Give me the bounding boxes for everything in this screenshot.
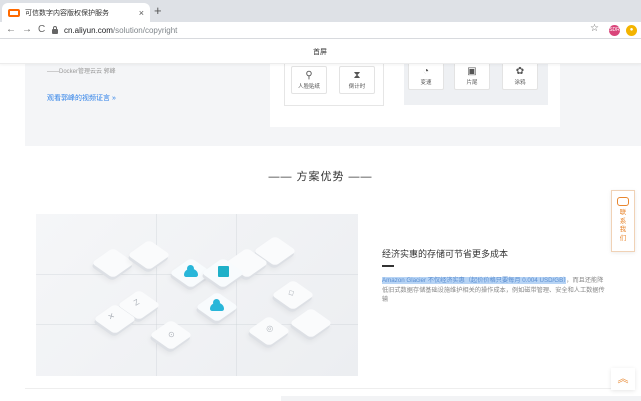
back-to-top-button[interactable]: ︽ [611, 368, 635, 390]
feature-label: 人脸贴纸 [297, 84, 320, 90]
browser-tab-bar: 可信数字内容版权保护服务 × + [0, 0, 641, 22]
illustration-block [127, 239, 171, 271]
url-path: /solution/copyright [112, 25, 178, 35]
address-bar[interactable]: cn.aliyun.com /solution/copyright [52, 23, 592, 37]
new-tab-button[interactable]: + [154, 3, 162, 19]
palette-icon: ✿ [515, 66, 525, 77]
selected-text[interactable]: Amazon Glacier 不仅经济实惠（起价价格只要每月 0.004 USD… [382, 277, 567, 284]
chat-bubble-icon [617, 197, 629, 206]
contact-us-widget[interactable]: 联系我们 [611, 190, 635, 252]
hourglass-icon: ⧗ [353, 70, 361, 81]
url-host: cn.aliyun.com [64, 25, 113, 35]
speedometer-icon: ◔ [422, 66, 430, 77]
tab-title: 可信数字内容版权保护服务 [25, 9, 109, 17]
benefit-description: Amazon Glacier 不仅经济实惠（起价价格只要每月 0.004 USD… [382, 276, 606, 305]
benefit-divider [382, 265, 394, 267]
storage-tile-icon [218, 266, 229, 277]
grid-line [236, 214, 237, 376]
extension-icon[interactable]: ● [626, 25, 637, 36]
back-button[interactable]: ← [6, 23, 16, 37]
browser-toolbar: ← → C cn.aliyun.com /solution/copyright … [0, 22, 641, 39]
feature-label: 片尾 [466, 80, 478, 86]
lock-icon [52, 25, 58, 34]
feature-label: 变速 [420, 80, 432, 86]
next-section-preview [281, 396, 641, 401]
video-testimonial-link[interactable]: 观看郭峰的视频证言 » [47, 93, 116, 103]
film-icon: ▣ [467, 66, 477, 77]
feature-label: 涂鸦 [514, 80, 526, 86]
illustration-block [289, 307, 333, 339]
feature-card-ending[interactable]: ▣ 片尾 [454, 62, 490, 90]
storage-illustration: Z ⊙ ✕ ◎ ◇ [36, 214, 358, 376]
person-icon: ⚲ [305, 70, 313, 81]
feature-card-doodle[interactable]: ✿ 涂鸦 [502, 62, 538, 90]
browser-tab[interactable]: 可信数字内容版权保护服务 × [2, 3, 150, 22]
section-divider [25, 388, 616, 389]
tab-close-icon[interactable]: × [139, 8, 144, 18]
feature-card-speed[interactable]: ◔ 变速 [408, 62, 444, 90]
feature-group-right: ◔ 变速 ▣ 片尾 ✿ 涂鸦 [404, 62, 548, 105]
contact-us-label: 联系我们 [619, 209, 627, 242]
feature-card-face-sticker[interactable]: ⚲ 人脸贴纸 [291, 66, 327, 94]
subnav-title[interactable]: 首屏 [313, 47, 327, 57]
feature-card-countdown[interactable]: ⧗ 倒计时 [339, 66, 375, 94]
grid-line [156, 214, 157, 376]
feature-group-left: ⚲ 人脸贴纸 ⧗ 倒计时 [284, 64, 384, 106]
testimonial-quote: ——Docker管理云云 郭峰 [47, 69, 116, 75]
section-title: —— 方案优势 —— [268, 171, 373, 183]
cloud-icon [210, 299, 224, 311]
forward-button[interactable]: → [22, 23, 32, 37]
chevron-up-icon: ︽ [617, 373, 629, 385]
profile-avatar[interactable]: SDR [609, 25, 620, 36]
cloud-icon [184, 265, 198, 277]
aliyun-favicon-icon [8, 8, 20, 17]
page-subnav: 首屏 [0, 39, 641, 64]
benefit-title: 经济实惠的存储可节省更多成本 [382, 249, 509, 259]
reload-button[interactable]: C [38, 23, 45, 37]
feature-label: 倒计时 [348, 84, 366, 90]
bookmark-star-icon[interactable]: ☆ [590, 23, 599, 34]
